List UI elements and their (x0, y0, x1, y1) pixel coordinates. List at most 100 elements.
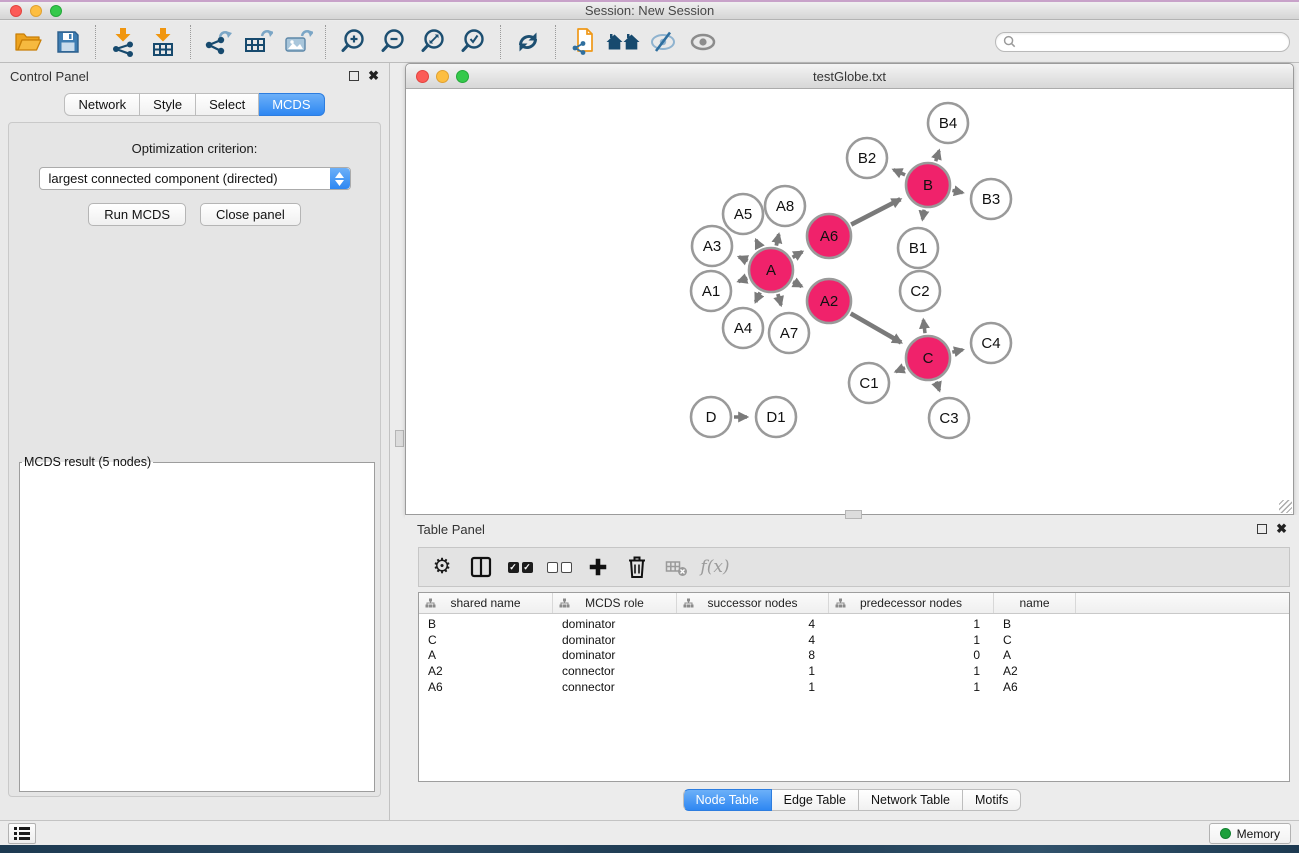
import-network-button[interactable] (103, 24, 143, 60)
graph-node-A2[interactable]: A2 (807, 279, 851, 323)
graph-node-D[interactable]: D (691, 397, 731, 437)
show-columns-button[interactable] (466, 551, 496, 583)
hide-graphics-details-button[interactable] (643, 24, 683, 60)
table-row[interactable]: A6connector11A6 (419, 680, 1289, 696)
tab-network[interactable]: Network (64, 93, 140, 116)
network-close-button[interactable] (416, 70, 429, 83)
float-table-panel-icon[interactable] (1257, 524, 1267, 534)
home-view-button[interactable] (603, 24, 643, 60)
close-panel-button[interactable]: Close panel (200, 203, 301, 226)
zoom-fit-button[interactable] (413, 24, 453, 60)
graph-edge-A-A4[interactable] (756, 293, 761, 302)
network-zoom-button[interactable] (456, 70, 469, 83)
graph-edge-C-C2[interactable] (923, 320, 925, 333)
column-header-shared-name[interactable]: shared name (419, 593, 553, 613)
graph-edge-A-A5[interactable] (756, 240, 760, 248)
panel-splitter-handle[interactable] (395, 430, 404, 447)
graph-edge-A-A3[interactable] (739, 257, 748, 261)
export-image-button[interactable] (278, 24, 318, 60)
table-row[interactable]: Adominator80A (419, 648, 1289, 664)
export-table-button[interactable] (238, 24, 278, 60)
export-network-button[interactable] (198, 24, 238, 60)
graph-node-A1[interactable]: A1 (691, 271, 731, 311)
zoom-selected-button[interactable] (453, 24, 493, 60)
graph-node-C[interactable]: C (906, 336, 950, 380)
graph-node-C2[interactable]: C2 (900, 271, 940, 311)
graph-node-A[interactable]: A (749, 248, 793, 292)
task-history-button[interactable] (8, 823, 36, 844)
table-row[interactable]: Bdominator41B (419, 617, 1289, 633)
graph-node-A5[interactable]: A5 (723, 194, 763, 234)
tab-node-table[interactable]: Node Table (683, 789, 772, 811)
table-settings-button[interactable]: ⚙ (427, 551, 457, 583)
delete-table-button[interactable] (661, 551, 691, 583)
column-header-MCDS-role[interactable]: MCDS role (553, 593, 677, 613)
graph-edge-C-C3[interactable] (936, 382, 939, 391)
graph-node-D1[interactable]: D1 (756, 397, 796, 437)
import-table-button[interactable] (143, 24, 183, 60)
graph-node-B2[interactable]: B2 (847, 138, 887, 178)
column-header-name[interactable]: name (994, 593, 1076, 613)
column-header-successor-nodes[interactable]: successor nodes (677, 593, 829, 613)
deselect-all-rows-button[interactable] (544, 551, 574, 583)
search-field[interactable] (995, 32, 1290, 52)
graph-node-B3[interactable]: B3 (971, 179, 1011, 219)
tab-network-table[interactable]: Network Table (859, 789, 963, 811)
add-column-button[interactable] (583, 551, 613, 583)
tab-select[interactable]: Select (196, 93, 259, 116)
network-canvas-svg[interactable]: B4B2BB3A8A5A6A3B1AA1C2A2A4A7C4CC1C3DD1 (406, 89, 1293, 514)
network-minimize-button[interactable] (436, 70, 449, 83)
graph-node-A4[interactable]: A4 (723, 308, 763, 348)
tab-style[interactable]: Style (140, 93, 196, 116)
memory-button[interactable]: Memory (1209, 823, 1291, 844)
tab-mcds[interactable]: MCDS (259, 93, 324, 116)
graph-node-B[interactable]: B (906, 163, 950, 207)
close-table-panel-icon[interactable]: ✖ (1276, 524, 1287, 534)
save-session-button[interactable] (48, 24, 88, 60)
zoom-in-button[interactable] (333, 24, 373, 60)
tab-motifs[interactable]: Motifs (963, 789, 1021, 811)
function-builder-button[interactable]: f(x) (700, 551, 730, 583)
zoom-out-button[interactable] (373, 24, 413, 60)
graph-edge-B-B2[interactable] (894, 170, 906, 175)
table-splitter-handle[interactable] (845, 510, 862, 519)
graph-edge-B-B1[interactable] (923, 210, 925, 220)
graph-edge-C-C4[interactable] (952, 350, 963, 353)
float-panel-icon[interactable] (349, 71, 359, 81)
graph-edge-C-C1[interactable] (896, 368, 905, 372)
graph-node-B4[interactable]: B4 (928, 103, 968, 143)
tab-edge-table[interactable]: Edge Table (772, 789, 859, 811)
search-input[interactable] (1021, 35, 1282, 49)
graph-edge-A-A7[interactable] (778, 294, 781, 305)
minimize-window-button[interactable] (30, 5, 42, 17)
graph-node-C1[interactable]: C1 (849, 363, 889, 403)
graph-edge-A6-B[interactable] (851, 199, 900, 224)
open-file-button[interactable] (8, 24, 48, 60)
graph-edge-A-A8[interactable] (776, 234, 779, 245)
graph-edge-A-A6[interactable] (793, 252, 803, 258)
graph-node-A6[interactable]: A6 (807, 214, 851, 258)
select-all-rows-button[interactable]: ✓ ✓ (505, 551, 535, 583)
window-resize-grip[interactable] (1279, 500, 1292, 513)
graph-node-A7[interactable]: A7 (769, 313, 809, 353)
table-row[interactable]: A2connector11A2 (419, 664, 1289, 680)
show-graphics-details-button[interactable] (683, 24, 723, 60)
graph-node-C3[interactable]: C3 (929, 398, 969, 438)
graph-edge-A-A2[interactable] (793, 282, 802, 287)
graph-node-C4[interactable]: C4 (971, 323, 1011, 363)
column-header-predecessor-nodes[interactable]: predecessor nodes (829, 593, 994, 613)
graph-edge-A2-C[interactable] (851, 314, 901, 343)
network-canvas[interactable]: B4B2BB3A8A5A6A3B1AA1C2A2A4A7C4CC1C3DD1 (406, 89, 1293, 514)
refresh-button[interactable] (508, 24, 548, 60)
delete-column-button[interactable] (622, 551, 652, 583)
graph-edge-B-B3[interactable] (952, 190, 962, 192)
run-mcds-button[interactable]: Run MCDS (88, 203, 186, 226)
graph-node-B1[interactable]: B1 (898, 228, 938, 268)
open-session-file-button[interactable] (563, 24, 603, 60)
criterion-dropdown[interactable]: largest connected component (directed) (39, 167, 351, 190)
zoom-window-button[interactable] (50, 5, 62, 17)
graph-edge-B-B4[interactable] (936, 151, 939, 162)
graph-node-A3[interactable]: A3 (692, 226, 732, 266)
close-panel-icon[interactable]: ✖ (368, 71, 379, 81)
close-window-button[interactable] (10, 5, 22, 17)
